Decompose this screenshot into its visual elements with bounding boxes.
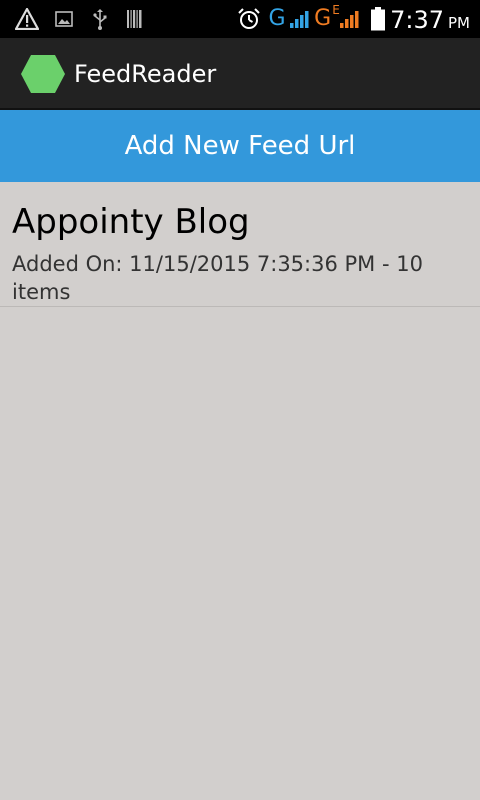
warning-icon [14,0,40,38]
hexagon-app-icon[interactable] [20,54,66,94]
network-type-2: G E [314,3,340,31]
feed-title: Appointy Blog [12,202,250,242]
add-feed-button[interactable]: Add New Feed Url [0,110,480,182]
feed-list: Appointy Blog Added On: 11/15/2015 7:35:… [0,182,480,307]
clock: 7:37 PM [390,0,470,38]
clock-ampm: PM [448,14,470,32]
status-bar: G G E 7:37 PM [0,0,480,38]
network-type-1: G [268,6,286,31]
usb-icon [90,0,110,38]
app-title: FeedReader [74,60,217,88]
signal-icon [288,0,312,38]
clock-time: 7:37 [390,6,444,34]
barcode-icon [126,0,144,38]
battery-icon [370,0,386,38]
list-item[interactable]: Appointy Blog Added On: 11/15/2015 7:35:… [0,182,480,307]
image-icon [54,0,74,38]
signal-icon [338,0,362,38]
alarm-icon [236,0,262,38]
action-bar: FeedReader [0,38,480,110]
feed-meta: Added On: 11/15/2015 7:35:36 PM - 10 ite… [12,252,423,304]
